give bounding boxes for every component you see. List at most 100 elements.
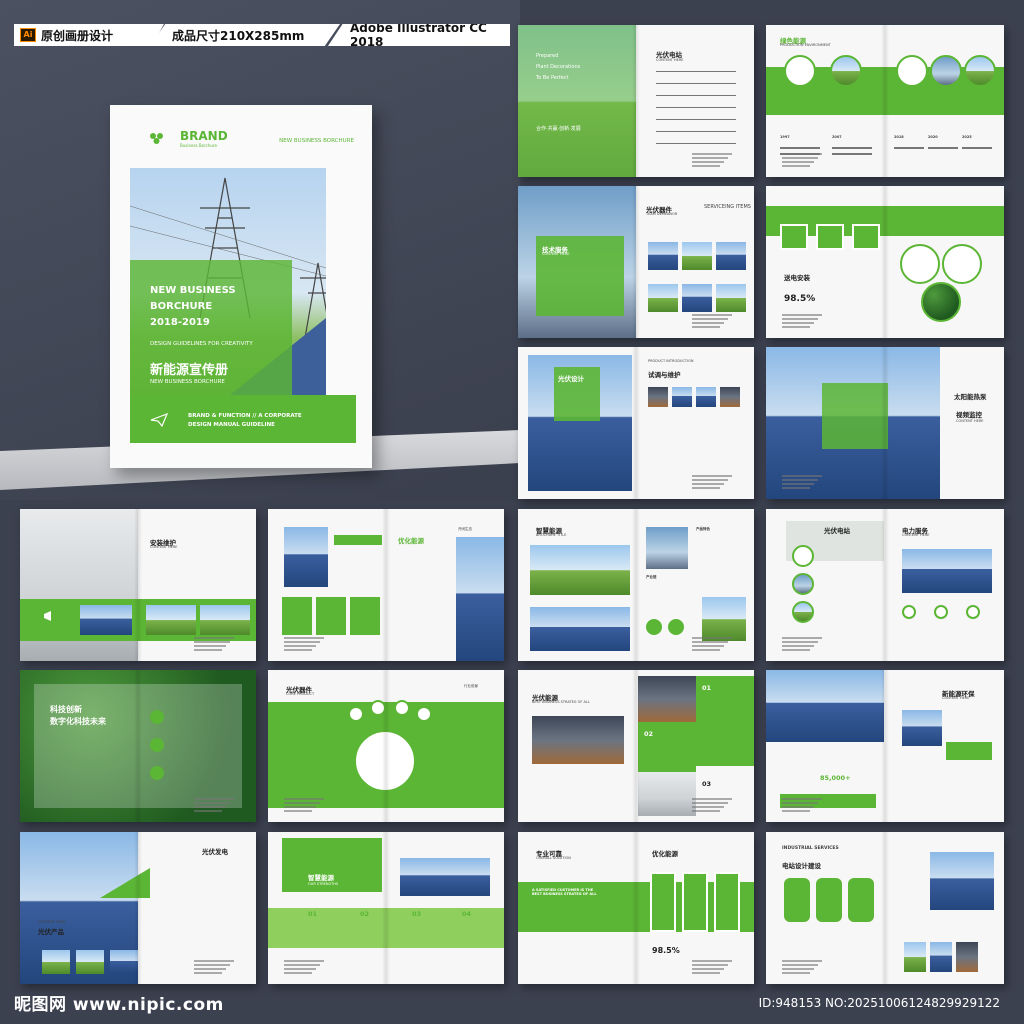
spread-18-card (816, 878, 842, 922)
spread-14-subtitle: CONTENT HERE (942, 696, 970, 700)
spread-3-subtitle-2: TEAM DEMEANOR (646, 212, 678, 216)
spread-16-number: 01 (308, 910, 318, 918)
thumbnail-image (146, 605, 196, 635)
text-line (284, 960, 324, 962)
watermark-site: 昵图网 www.nipic.com (14, 995, 224, 1015)
text-line (284, 798, 324, 800)
spread-1: Prepared Plant Decorations To Be Perfect… (518, 25, 754, 177)
spread-9-subtitle: BROCHURE TITLE (536, 533, 567, 537)
text-line (284, 641, 320, 643)
brochure-cover: BRAND Business Borchure NEW BUSINESS BOR… (110, 105, 372, 468)
text-line (782, 960, 822, 962)
spread-18-subtitle: INDUSTRIAL SERVICES (782, 846, 839, 851)
cover-band-line-2: DESIGN MANUAL GUIDELINE (188, 422, 275, 428)
thumbnail-image (696, 387, 716, 407)
spread-2-year: 2018 (894, 135, 904, 139)
text-line (894, 147, 924, 149)
spread-17-card (650, 872, 676, 932)
spread-11-icon (150, 766, 164, 780)
spread-13-photo-3 (638, 772, 696, 816)
spread-10-subtitle: CONTENT HERE (902, 533, 930, 537)
spread-10: 光伏电站 电力服务 CONTENT HERE (766, 509, 1004, 661)
spread-16-photo (400, 858, 490, 896)
location-icon (966, 605, 980, 619)
header-label-software: Adobe Illustrator CC 2018 (328, 24, 510, 46)
circle-photo (921, 282, 961, 322)
thumbnail-image (682, 284, 712, 312)
cover-tag: NEW BUSINESS BORCHURE (279, 138, 354, 144)
spread-13-photo-2 (638, 676, 696, 722)
spread-4: 送电安装 98.5% (766, 186, 1004, 338)
thumbnail-image (716, 242, 746, 270)
thumbnail-image (80, 605, 132, 635)
spread-2-year: 2007 (832, 135, 842, 139)
spread-17-card (714, 872, 740, 932)
spread-2-circle-image (830, 55, 862, 87)
text-line (194, 637, 234, 639)
spread-1-text-2: Plant Decorations (536, 64, 581, 70)
text-line (692, 802, 728, 804)
spread-5-subtitle: PRODUCT INTRODUCTION (648, 359, 694, 363)
paper-plane-icon (150, 413, 168, 427)
text-line (692, 157, 728, 159)
text-line (692, 479, 728, 481)
text-line (782, 964, 818, 966)
thumbnail-image (200, 605, 250, 635)
text-line (692, 964, 728, 966)
thumbnail-image (720, 387, 740, 407)
location-icon (934, 605, 948, 619)
text-line (692, 161, 724, 163)
spread-16-number: 03 (412, 910, 422, 918)
spread-1-overlay (518, 25, 636, 177)
cover-cn-subtitle: NEW BUSINESS BORCHURE (150, 379, 225, 385)
thumbnail-image (76, 950, 104, 974)
spread-9-photo (530, 545, 630, 595)
text-line (692, 637, 732, 639)
spread-15: 光伏发电 CONTENT HERE 光伏产品 (20, 832, 256, 984)
spread-14-photo-2 (902, 710, 942, 746)
text-line (194, 960, 234, 962)
spread-9-label: 产业链 (646, 575, 657, 579)
spread-7-subtitle: CONTENT HERE (150, 545, 178, 549)
spread-17-quote: A SATISFIED CUSTOMER IS THE BEST BUSINES… (532, 888, 597, 896)
text-line (284, 964, 320, 966)
text-line (782, 326, 810, 328)
spread-12-band (268, 702, 504, 808)
circle-photo (942, 244, 982, 284)
spread-2-circle-image (964, 55, 996, 87)
text-line (782, 798, 822, 800)
text-line (782, 318, 818, 320)
spread-8-card (350, 597, 380, 635)
text-line (692, 322, 724, 324)
spread-11-icon (150, 710, 164, 724)
text-line (284, 972, 312, 974)
spread-16-title: 智慧能源 (308, 874, 334, 882)
spread-12-tag: 行业前景 (464, 684, 478, 688)
thumbnail-image (672, 387, 692, 407)
spread-3-subtitle: CONTENT HERE (542, 252, 570, 256)
spread-13-subtitle: BEST BUSINESS STRATEG OF ALL (532, 700, 590, 704)
spread-3-side: SERVICEING ITEMS (704, 204, 751, 210)
spread-15-subtitle: CONTENT HERE (38, 920, 66, 924)
text-line (692, 960, 732, 962)
thumbnail-image (42, 950, 70, 974)
text-line (692, 165, 720, 167)
header-label-3: Adobe Illustrator CC 2018 (350, 21, 487, 49)
spread-2: 绿色能源 PRODUCTION ENVIRONMENT 1997 2007 20… (766, 25, 1004, 177)
cover-title-1: NEW BUSINESS (150, 285, 236, 296)
text-line (194, 806, 226, 808)
text-line (782, 810, 810, 812)
spread-2-circle-image (896, 55, 928, 87)
brand-logo-icon (150, 133, 163, 144)
spread-14-photo (766, 670, 884, 742)
spread-3: 技术服务 CONTENT HERE 光伏器件 TEAM DEMEANOR SER… (518, 186, 754, 338)
spread-6-title-2: 视频监控 (956, 411, 982, 419)
text-line (284, 645, 316, 647)
text-line (692, 806, 724, 808)
text-line (782, 806, 814, 808)
text-line (782, 483, 814, 485)
thumbnail-image (904, 942, 926, 972)
text-line (284, 637, 324, 639)
spread-13-number: 03 (702, 780, 712, 788)
cover-band-line-1: BRAND & FUNCTION // A CORPORATE (188, 413, 302, 419)
